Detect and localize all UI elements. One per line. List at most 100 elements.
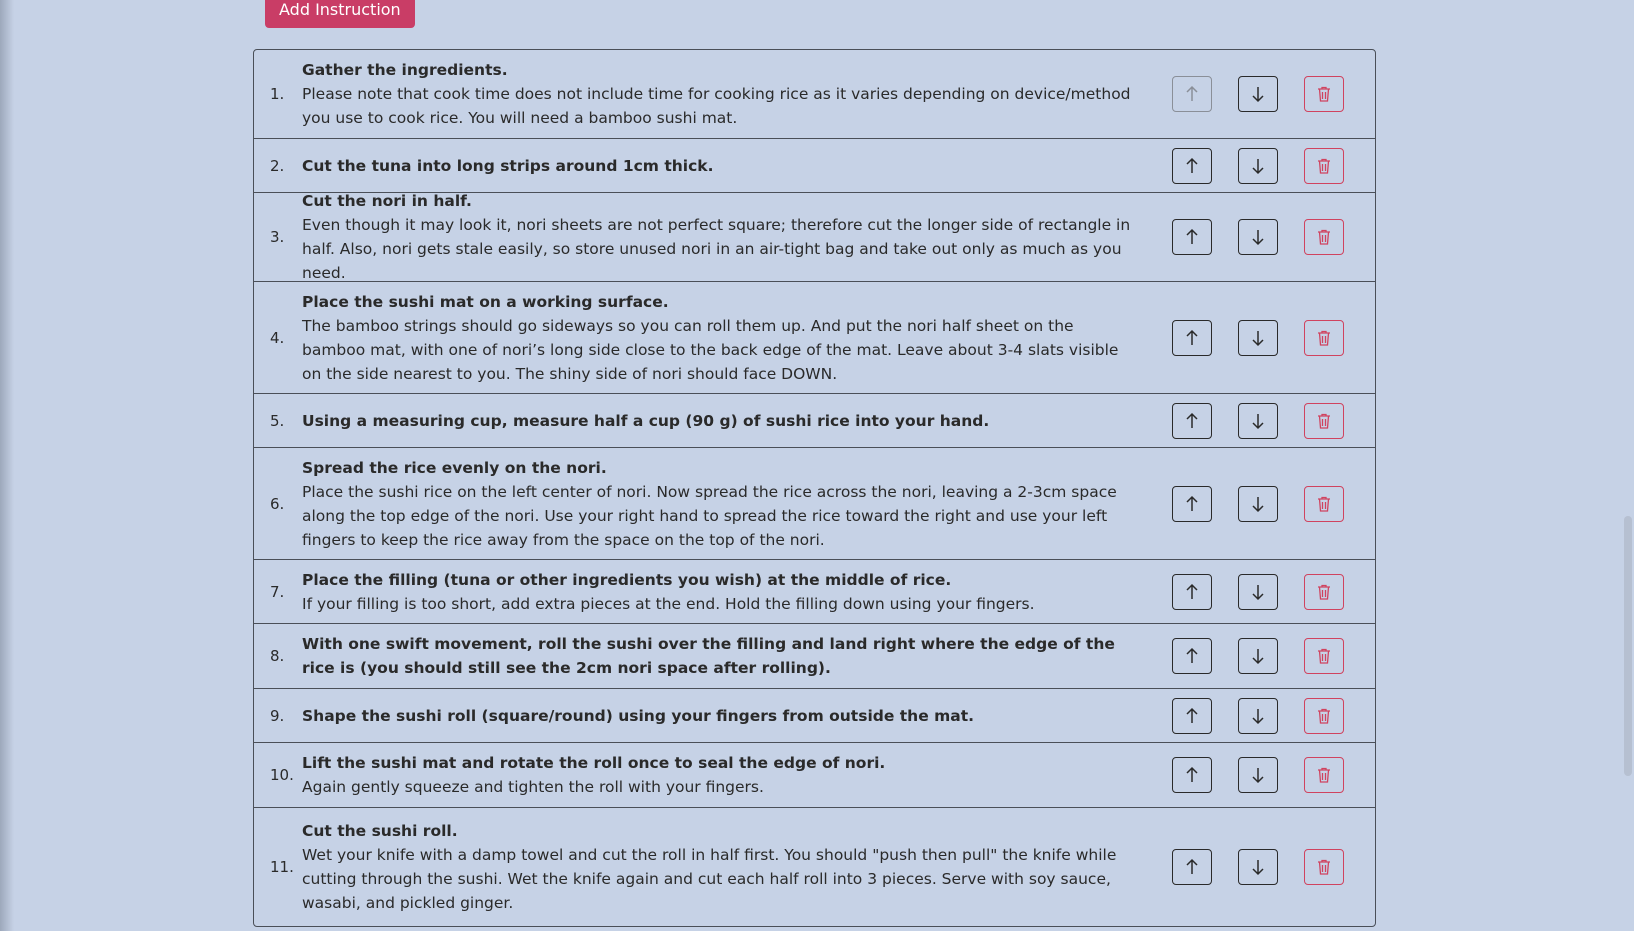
arrow-down-icon bbox=[1251, 766, 1265, 784]
step-description: Place the sushi rice on the left center … bbox=[302, 482, 1117, 549]
step-description: Wet your knife with a damp towel and cut… bbox=[302, 846, 1117, 912]
step-title: Cut the tuna into long strips around 1cm… bbox=[302, 156, 714, 175]
arrow-down-icon bbox=[1251, 647, 1265, 665]
move-down-button[interactable] bbox=[1238, 147, 1278, 184]
move-up-button[interactable] bbox=[1172, 319, 1212, 356]
arrow-down-icon bbox=[1251, 858, 1265, 876]
move-down-button[interactable] bbox=[1238, 319, 1278, 356]
step-text: Place the filling (tuna or other ingredi… bbox=[302, 568, 1136, 616]
move-up-button[interactable] bbox=[1172, 485, 1212, 522]
move-up-button[interactable] bbox=[1172, 757, 1212, 793]
move-down-button[interactable] bbox=[1238, 402, 1278, 439]
trash-icon bbox=[1317, 767, 1331, 783]
instruction-row: 6. Spread the rice evenly on the nori. Pla… bbox=[254, 448, 1375, 560]
step-number: 3. bbox=[270, 228, 285, 246]
move-down-button[interactable] bbox=[1238, 849, 1278, 885]
trash-icon bbox=[1317, 708, 1331, 724]
move-up-button[interactable] bbox=[1172, 849, 1212, 885]
delete-button[interactable] bbox=[1304, 147, 1344, 184]
delete-button[interactable] bbox=[1304, 76, 1344, 112]
trash-icon bbox=[1317, 413, 1331, 429]
trash-icon bbox=[1317, 330, 1331, 346]
scrollbar-thumb[interactable] bbox=[1624, 516, 1632, 776]
instruction-row: 2. Cut the tuna into long strips around 1… bbox=[254, 139, 1375, 193]
delete-button[interactable] bbox=[1304, 697, 1344, 734]
move-down-button[interactable] bbox=[1238, 485, 1278, 522]
instruction-row: 11. Cut the sushi roll. Wet your knife wit… bbox=[254, 808, 1375, 926]
step-title: Spread the rice evenly on the nori. bbox=[302, 458, 607, 477]
instruction-row: 1. Gather the ingredients. Please note tha… bbox=[254, 50, 1375, 139]
trash-icon bbox=[1317, 229, 1331, 245]
move-down-button[interactable] bbox=[1238, 697, 1278, 734]
arrow-down-icon bbox=[1251, 707, 1265, 725]
delete-button[interactable] bbox=[1304, 402, 1344, 439]
step-title: Gather the ingredients. bbox=[302, 61, 508, 79]
arrow-down-icon bbox=[1251, 157, 1265, 175]
instruction-row: 5. Using a measuring cup, measure half a … bbox=[254, 394, 1375, 448]
move-up-button[interactable] bbox=[1172, 573, 1212, 610]
trash-icon bbox=[1317, 584, 1331, 600]
step-text: Cut the sushi roll. Wet your knife with a… bbox=[302, 819, 1136, 915]
arrow-down-icon bbox=[1251, 85, 1265, 103]
trash-icon bbox=[1317, 648, 1331, 664]
step-title: Shape the sushi roll (square/round) usin… bbox=[302, 706, 975, 725]
arrow-up-icon bbox=[1185, 412, 1199, 430]
instruction-row: 4. Place the sushi mat on a working surfa… bbox=[254, 282, 1375, 394]
arrow-down-icon bbox=[1251, 495, 1265, 513]
instructions-list: 1. Gather the ingredients. Please note tha… bbox=[253, 49, 1376, 927]
move-down-button[interactable] bbox=[1238, 573, 1278, 610]
arrow-down-icon bbox=[1251, 583, 1265, 601]
trash-icon bbox=[1317, 859, 1331, 875]
move-up-button[interactable] bbox=[1172, 638, 1212, 674]
delete-button[interactable] bbox=[1304, 485, 1344, 522]
step-text: Spread the rice evenly on the nori. Place… bbox=[302, 456, 1136, 552]
step-number: 9. bbox=[270, 706, 285, 725]
delete-button[interactable] bbox=[1304, 638, 1344, 674]
step-title: Cut the sushi roll. bbox=[302, 822, 458, 840]
step-number: 5. bbox=[270, 411, 285, 430]
instruction-row: 7. Place the filling (tuna or other ingre… bbox=[254, 560, 1375, 624]
delete-button[interactable] bbox=[1304, 757, 1344, 793]
move-down-button[interactable] bbox=[1238, 219, 1278, 255]
move-down-button[interactable] bbox=[1238, 638, 1278, 674]
arrow-up-icon bbox=[1185, 157, 1199, 175]
move-up-button[interactable] bbox=[1172, 76, 1212, 112]
delete-button[interactable] bbox=[1304, 849, 1344, 885]
move-up-button[interactable] bbox=[1172, 147, 1212, 184]
move-up-button[interactable] bbox=[1172, 402, 1212, 439]
trash-icon bbox=[1317, 496, 1331, 512]
step-number: 8. bbox=[270, 647, 285, 665]
arrow-up-icon bbox=[1185, 766, 1199, 784]
arrow-up-icon bbox=[1185, 495, 1199, 513]
arrow-up-icon bbox=[1185, 647, 1199, 665]
step-description: Please note that cook time does not incl… bbox=[302, 85, 1131, 127]
arrow-down-icon bbox=[1251, 412, 1265, 430]
move-up-button[interactable] bbox=[1172, 697, 1212, 734]
window-edge-shadow bbox=[0, 0, 14, 931]
move-up-button[interactable] bbox=[1172, 219, 1212, 255]
scrollbar[interactable] bbox=[1620, 0, 1634, 931]
step-description: The bamboo strings should go sideways so… bbox=[302, 316, 1119, 383]
instruction-row: 8. With one swift movement, roll the sush… bbox=[254, 624, 1375, 689]
instruction-row: 10. Lift the sushi mat and rotate the rol… bbox=[254, 743, 1375, 808]
step-description: Again gently squeeze and tighten the rol… bbox=[302, 778, 764, 796]
arrow-down-icon bbox=[1251, 228, 1265, 246]
arrow-up-icon bbox=[1185, 228, 1199, 246]
arrow-up-icon bbox=[1185, 858, 1199, 876]
move-down-button[interactable] bbox=[1238, 757, 1278, 793]
delete-button[interactable] bbox=[1304, 573, 1344, 610]
delete-button[interactable] bbox=[1304, 319, 1344, 356]
instruction-row: 3. Cut the nori in half. Even though it ma… bbox=[254, 192, 1375, 282]
arrow-down-icon bbox=[1251, 329, 1265, 347]
step-text: With one swift movement, roll the sushi … bbox=[302, 632, 1136, 680]
step-title: Place the sushi mat on a working surface… bbox=[302, 292, 669, 311]
step-number: 1. bbox=[270, 85, 285, 103]
step-title: Place the filling (tuna or other ingredi… bbox=[302, 570, 952, 589]
step-title: Lift the sushi mat and rotate the roll o… bbox=[302, 754, 886, 772]
step-description: Even though it may look it, nori sheets … bbox=[302, 216, 1131, 282]
add-instruction-button[interactable]: Add Instruction bbox=[265, 0, 415, 28]
move-down-button[interactable] bbox=[1238, 76, 1278, 112]
step-description: If your filling is too short, add extra … bbox=[302, 594, 1035, 613]
step-number: 11. bbox=[270, 858, 294, 876]
delete-button[interactable] bbox=[1304, 219, 1344, 255]
